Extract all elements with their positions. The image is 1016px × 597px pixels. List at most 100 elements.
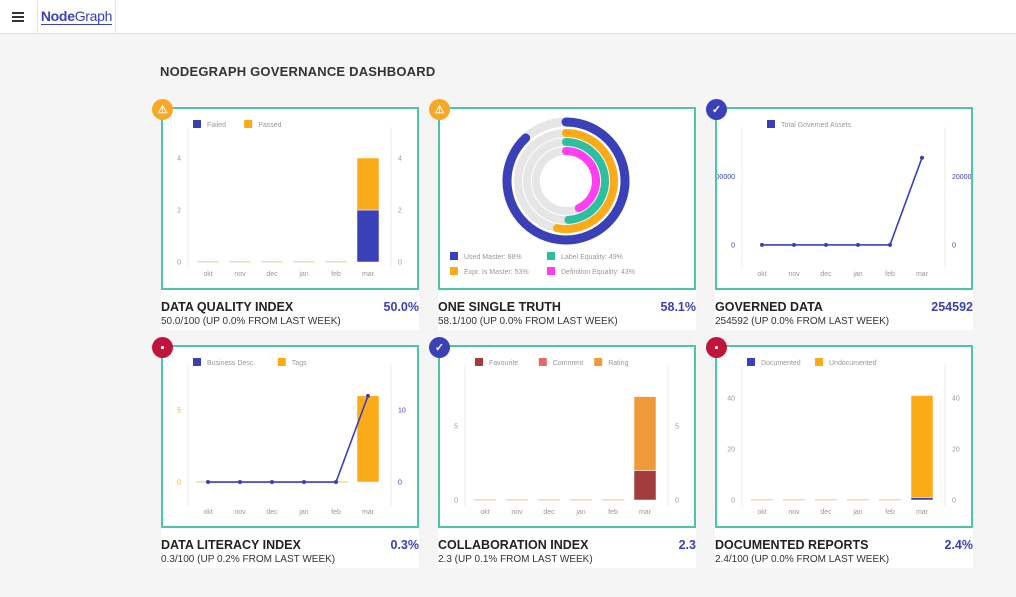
right-tick-label: 40 — [952, 396, 960, 403]
bar[interactable] — [356, 209, 380, 263]
data-point[interactable] — [920, 155, 924, 160]
chart-box: ▪ 0 20 40 0 20 40 okt nov dec jan feb mar Documented… — [706, 337, 973, 528]
x-tick-label: dec — [543, 509, 555, 516]
comment-icon[interactable]: ▪ — [706, 337, 727, 358]
x-tick-label: nov — [234, 271, 246, 278]
x-tick-label: dec — [820, 271, 832, 278]
legend-label: Expr. Is Master: 53% — [464, 269, 529, 276]
check-icon[interactable]: ✓ — [429, 337, 450, 358]
x-tick-label: okt — [480, 509, 489, 516]
x-tick-label: jan — [298, 271, 308, 278]
x-tick-label: okt — [203, 271, 212, 278]
legend-label: Rating — [608, 360, 628, 367]
nodegraph-logo[interactable]: NodeGraph — [37, 0, 116, 34]
legend-label: Favourite — [489, 360, 518, 367]
card-subtitle: 2.3 (UP 0.1% FROM LAST WEEK) — [438, 554, 593, 565]
y-tick-label: 5 — [454, 424, 458, 431]
dashboard-card[interactable]: ✓ 0 5 0 5 okt nov dec jan feb mar Favourite Comment… — [429, 337, 696, 568]
hamburger-menu-button[interactable] — [0, 0, 36, 34]
series-line — [208, 395, 369, 483]
data-point[interactable] — [302, 480, 306, 485]
bar-zero — [261, 261, 283, 263]
legend-swatch — [747, 358, 755, 366]
legend-label: Total Governed Assets — [781, 122, 852, 129]
legend-label: Tags — [292, 360, 307, 367]
x-tick-label: feb — [331, 271, 341, 278]
chart: 0 20 40 0 20 40 okt nov dec jan feb mar Documented Un… — [727, 358, 960, 516]
dashboard-card[interactable]: ✓ 0 200000 0 200000 okt nov dec jan feb mar Total … — [706, 99, 975, 330]
dashboard-card[interactable]: ⚠ Used Master: 88% Expr. Is Master: 53% La… — [429, 99, 696, 330]
x-tick-label: okt — [203, 509, 212, 516]
data-point[interactable] — [366, 393, 370, 398]
y-tick-label: 0 — [177, 260, 181, 267]
check-icon[interactable]: ✓ — [706, 99, 727, 120]
data-point[interactable] — [760, 242, 764, 247]
card-value: 2.4% — [944, 538, 974, 552]
hamburger-icon — [12, 16, 24, 18]
bar[interactable] — [910, 497, 934, 501]
y-tick-label: 0 — [731, 242, 735, 249]
comment-icon[interactable]: ▪ — [152, 337, 173, 358]
right-tick-label: 200000 — [952, 174, 971, 181]
y-tick-label: 40 — [727, 396, 735, 403]
legend-swatch — [475, 358, 483, 366]
bar-zero — [602, 499, 624, 501]
card-value: 58.1% — [660, 300, 696, 314]
warning-icon[interactable]: ⚠ — [152, 99, 173, 120]
warning-icon[interactable]: ⚠ — [429, 99, 450, 120]
bar[interactable] — [356, 157, 380, 211]
data-point[interactable] — [856, 242, 860, 247]
right-tick-label: 0 — [952, 242, 956, 249]
data-point[interactable] — [206, 480, 210, 485]
chart-box: ⚠ Used Master: 88% Expr. Is Master: 53% La… — [429, 99, 696, 290]
legend-label: Business Desc. — [207, 360, 255, 367]
dashboard-card[interactable]: ▪ 0 5 0 10 okt nov dec jan feb mar Business Desc. T… — [152, 337, 419, 568]
bar-zero — [325, 261, 347, 263]
x-tick-label: mar — [639, 509, 652, 516]
legend-label: Documented — [761, 360, 801, 367]
y-tick-label: 0 — [177, 480, 181, 487]
chart: 0 5 0 5 okt nov dec jan feb mar Favourite Comment Ra… — [454, 358, 679, 516]
card-value: 2.3 — [678, 538, 696, 552]
x-tick-label: feb — [608, 509, 618, 516]
dashboard-card[interactable]: ▪ 0 20 40 0 20 40 okt nov dec jan feb mar Documented… — [706, 337, 974, 568]
legend-label: Undocumented — [829, 360, 877, 367]
bar-zero — [474, 499, 496, 501]
card-subtitle: 50.0/100 (UP 0.0% FROM LAST WEEK) — [161, 316, 341, 327]
x-tick-label: jan — [852, 271, 862, 278]
bar[interactable] — [633, 396, 657, 471]
dashboard-card[interactable]: ⚠ 0 2 4 0 2 4 okt nov dec jan feb mar Failed Passed D… — [152, 99, 419, 330]
bar-zero — [570, 499, 592, 501]
bar-zero — [783, 499, 805, 501]
data-point[interactable] — [888, 242, 892, 247]
bar-zero — [538, 499, 560, 501]
legend-swatch — [193, 120, 201, 128]
bar[interactable] — [356, 395, 380, 483]
page-title: NODEGRAPH GOVERNANCE DASHBOARD — [160, 64, 436, 79]
radial-bar[interactable] — [562, 147, 600, 213]
legend-swatch — [277, 358, 286, 366]
right-tick-label: 0 — [952, 498, 956, 505]
x-tick-label: jan — [575, 509, 585, 516]
card-title: DATA LITERACY INDEX — [161, 538, 301, 552]
bar[interactable] — [910, 395, 934, 498]
x-tick-label: feb — [885, 509, 895, 516]
card-title: ONE SINGLE TRUTH — [438, 300, 561, 314]
right-tick-label: 4 — [398, 156, 402, 163]
card-subtitle: 2.4/100 (UP 0.0% FROM LAST WEEK) — [715, 554, 890, 565]
legend-label: Comment — [553, 360, 583, 367]
x-tick-label: mar — [916, 271, 929, 278]
x-tick-label: nov — [234, 509, 246, 516]
card-value: 50.0% — [383, 300, 419, 314]
data-point[interactable] — [270, 480, 274, 485]
data-point[interactable] — [824, 242, 828, 247]
card-title: DOCUMENTED REPORTS — [715, 538, 869, 552]
chart-box: ✓ 0 5 0 5 okt nov dec jan feb mar Favourite Comment… — [429, 337, 696, 528]
bar[interactable] — [633, 470, 657, 501]
chart: Used Master: 88% Expr. Is Master: 53% Labe… — [450, 117, 635, 276]
y-tick-label: 20 — [727, 447, 735, 454]
data-point[interactable] — [792, 242, 796, 247]
data-point[interactable] — [334, 480, 338, 485]
legend-swatch — [594, 358, 603, 366]
data-point[interactable] — [238, 480, 242, 485]
